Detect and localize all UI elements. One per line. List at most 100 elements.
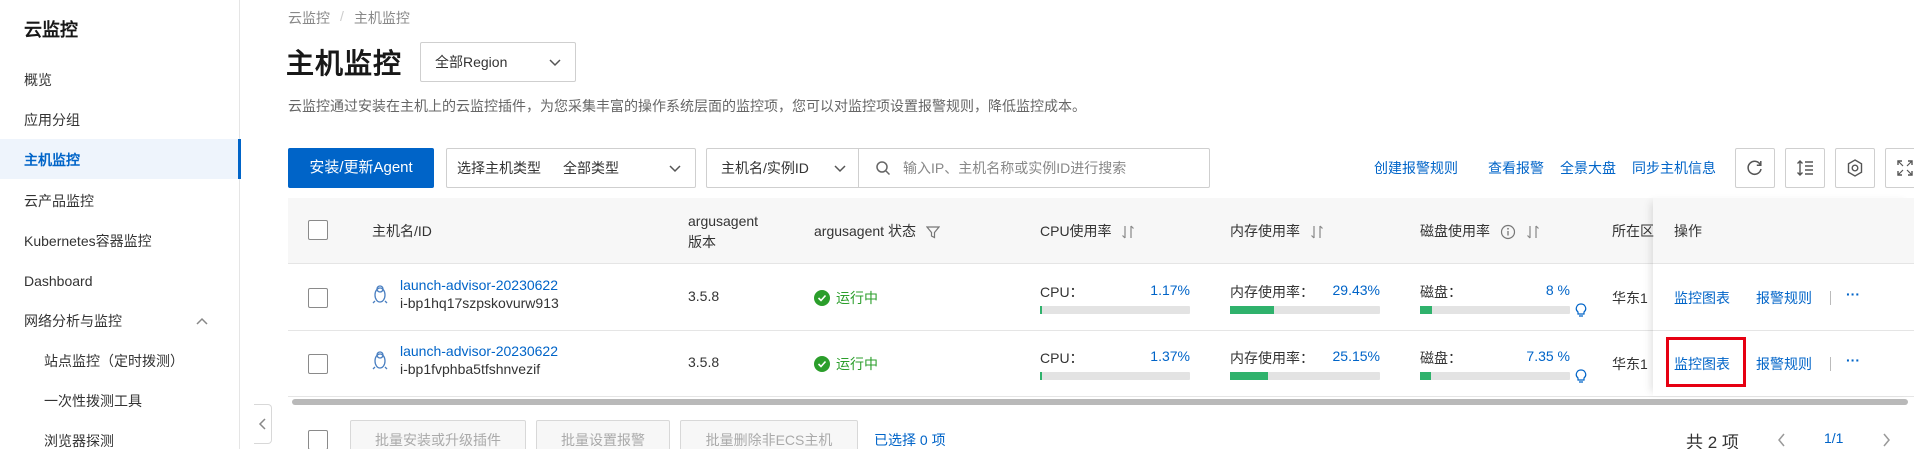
chevron-up-icon[interactable] (194, 313, 210, 329)
mem-usage-fill (1230, 306, 1275, 314)
linux-icon (372, 285, 388, 304)
total-count: 共 2 项 (1686, 433, 1739, 449)
host-name-link[interactable]: launch-advisor-20230622 (400, 343, 558, 359)
cpu-usage-fill (1040, 372, 1043, 380)
breadcrumb: 云监控 / 主机监控 (288, 8, 410, 28)
header-mem: 内存使用率 (1230, 221, 1324, 241)
chevron-down-icon (834, 165, 846, 173)
mem-usage: 内存使用率： 29.43% (1230, 282, 1380, 314)
agent-status-text: 运行中 (836, 290, 878, 306)
table-header: 主机名/ID argusagent 版本 argusagent 状态 CPU使用… (288, 198, 1914, 264)
header-agent-status-label: argusagent 状态 (814, 223, 916, 239)
agent-status: 运行中 (814, 354, 878, 374)
breadcrumb-root[interactable]: 云监控 (288, 8, 330, 28)
create-alarm-rule-link[interactable]: 创建报警规则 (1374, 158, 1458, 178)
lightbulb-icon[interactable] (1575, 369, 1587, 385)
mem-usage-bar (1230, 306, 1380, 314)
sidebar-item-site-monitoring[interactable]: 站点监控（定时拨测） (44, 350, 184, 372)
sort-icon[interactable] (1526, 225, 1540, 239)
chevron-down-icon (549, 59, 561, 67)
fullscreen-button[interactable] (1885, 148, 1914, 188)
row-checkbox[interactable] (308, 354, 328, 374)
more-icon[interactable]: ··· (1846, 352, 1860, 368)
sidebar-collapse-handle[interactable] (254, 404, 272, 444)
batch-delete-button[interactable]: 批量删除非ECS主机 (680, 420, 858, 449)
batch-install-button[interactable]: 批量安装或升级插件 (350, 420, 526, 449)
batch-alarm-button[interactable]: 批量设置报警 (536, 420, 670, 449)
agent-status: 运行中 (814, 288, 878, 308)
table-row: launch-advisor-20230622 i-bp1hq17szpskov… (288, 265, 1914, 331)
header-agent-version-line2: 版本 (688, 234, 716, 250)
sidebar-item-host-monitoring[interactable]: 主机监控 (24, 149, 80, 171)
header-cpu: CPU使用率 (1040, 221, 1135, 241)
op-separator (1830, 357, 1831, 371)
row-checkbox[interactable] (308, 288, 328, 308)
mem-usage-fill (1230, 372, 1268, 380)
view-alarms-link[interactable]: 查看报警 (1488, 158, 1544, 178)
chevron-right-icon[interactable] (1880, 432, 1892, 448)
cpu-usage-fill (1040, 306, 1043, 314)
info-icon[interactable] (1500, 224, 1516, 240)
disk-usage: 磁盘： 8 % (1420, 282, 1570, 314)
breadcrumb-separator: / (340, 8, 344, 24)
disk-usage-value: 7.35 % (1526, 348, 1570, 364)
panorama-dashboard-link[interactable]: 全景大盘 (1560, 158, 1616, 178)
search-icon[interactable] (875, 160, 891, 176)
header-disk-label: 磁盘使用率 (1420, 223, 1490, 239)
mem-usage-value: 25.15% (1332, 348, 1380, 364)
chevron-left-icon[interactable] (1776, 432, 1788, 448)
filter-icon[interactable] (925, 225, 940, 239)
monitor-chart-link[interactable]: 监控图表 (1674, 288, 1730, 308)
horizontal-scrollbar[interactable] (292, 399, 1908, 405)
sidebar-item-cloud-products[interactable]: 云产品监控 (24, 190, 94, 212)
sidebar-item-dashboard[interactable]: Dashboard (24, 270, 93, 292)
host-type-select[interactable]: 选择主机类型 全部类型 (446, 148, 696, 188)
cpu-usage: CPU： 1.17% (1040, 282, 1190, 314)
sort-icon[interactable] (1310, 225, 1324, 239)
breadcrumb-current: 主机监控 (353, 10, 410, 26)
disk-usage-bar (1420, 372, 1570, 380)
footer-select-all-checkbox[interactable] (308, 430, 328, 449)
sync-host-info-link[interactable]: 同步主机信息 (1632, 158, 1716, 178)
cpu-usage-value: 1.17% (1150, 282, 1190, 298)
sidebar-item-network-analysis[interactable]: 网络分析与监控 (24, 310, 122, 332)
sidebar-item-app-groups[interactable]: 应用分组 (24, 109, 80, 131)
disk-usage: 磁盘： 7.35 % (1420, 348, 1570, 380)
install-agent-button[interactable]: 安装/更新Agent (288, 148, 434, 188)
op-separator (1830, 291, 1831, 305)
settings-button[interactable] (1835, 148, 1875, 188)
cpu-usage-bar (1040, 306, 1190, 314)
header-cpu-label: CPU使用率 (1040, 223, 1112, 239)
sidebar-item-browser-probe[interactable]: 浏览器探测 (44, 430, 114, 449)
header-mem-label: 内存使用率 (1230, 223, 1300, 239)
selected-count: 已选择 0 项 (874, 432, 946, 448)
region-select[interactable]: 全部Region (420, 42, 576, 82)
disk-usage-bar (1420, 306, 1570, 314)
agent-version: 3.5.8 (688, 354, 720, 370)
select-all-checkbox[interactable] (308, 220, 328, 240)
agent-version: 3.5.8 (688, 288, 720, 304)
disk-usage-value: 8 % (1545, 282, 1570, 298)
host-name-link[interactable]: launch-advisor-20230622 (400, 277, 558, 293)
alarm-rule-link[interactable]: 报警规则 (1756, 288, 1812, 308)
more-icon[interactable]: ··· (1846, 286, 1860, 302)
sidebar-item-kubernetes[interactable]: Kubernetes容器监控 (24, 230, 152, 252)
host-type-value: 全部类型 (563, 160, 619, 176)
search-key-value: 主机名/实例ID (721, 160, 809, 176)
page-indicator: 1/1 (1824, 430, 1844, 446)
column-density-button[interactable] (1785, 148, 1825, 188)
header-disk: 磁盘使用率 (1420, 221, 1540, 241)
region-select-value: 全部Region (435, 54, 508, 70)
sidebar-item-overview[interactable]: 概览 (24, 69, 52, 91)
cpu-usage-label: CPU： (1040, 284, 1084, 300)
sidebar-item-one-time-probe[interactable]: 一次性拨测工具 (44, 390, 142, 412)
refresh-button[interactable] (1735, 148, 1775, 188)
alarm-rule-link[interactable]: 报警规则 (1756, 354, 1812, 374)
lightbulb-icon[interactable] (1575, 303, 1587, 319)
sidebar: 云监控 概览 应用分组 主机监控 云产品监控 Kubernetes容器监控 Da… (0, 0, 241, 449)
search-key-select[interactable]: 主机名/实例ID (707, 149, 859, 187)
sort-icon[interactable] (1121, 225, 1135, 239)
host-id: i-bp1hq17szpskovurw913 (400, 295, 559, 311)
search-input[interactable] (903, 155, 1203, 181)
region-cell: 华东1 (1612, 356, 1648, 372)
